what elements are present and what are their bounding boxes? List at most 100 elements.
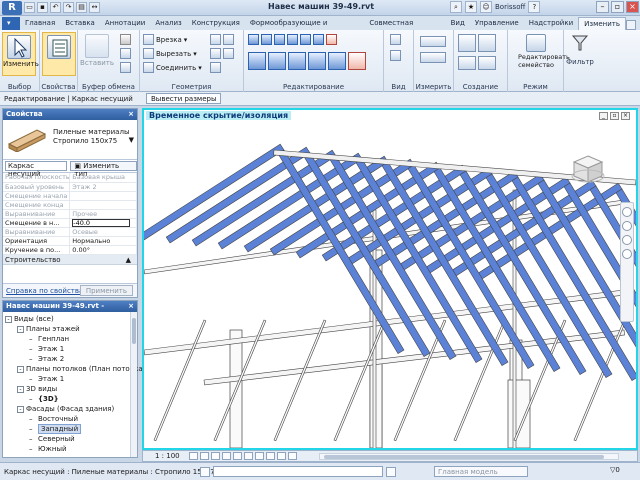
workset-field[interactable] — [213, 466, 383, 477]
tree-node[interactable]: – Этаж 1 — [5, 374, 137, 384]
edit-type-button[interactable]: ▣ Изменить тип — [70, 161, 137, 178]
table-row[interactable]: Смещение начала — [3, 191, 137, 201]
unjoin-button[interactable] — [210, 62, 221, 73]
user-name[interactable]: Borissoff — [495, 3, 525, 11]
match-type-button[interactable] — [120, 62, 131, 73]
tab-massing-site[interactable]: Формообразующие и генплан — [245, 17, 365, 40]
save-icon[interactable]: ▪ — [37, 2, 48, 13]
table-row[interactable]: Базовый уровень Этаж 2 — [3, 182, 137, 192]
tab-modify[interactable]: Изменить — [578, 17, 626, 30]
ribbon-minimize-icon[interactable] — [626, 20, 636, 30]
crop-view-icon[interactable] — [244, 452, 253, 460]
start-offset-input[interactable] — [72, 218, 131, 226]
table-row[interactable]: Смещение в н... — [3, 218, 137, 228]
create-assembly-icon[interactable] — [458, 34, 476, 52]
tab-annotate[interactable]: Аннотации — [100, 17, 150, 30]
3d-view-canvas[interactable]: Временное скрытие/изоляция _ ▫ × — [142, 108, 638, 450]
filter-button[interactable] — [564, 32, 596, 76]
scroll-thumb[interactable] — [324, 455, 604, 459]
trim-icon[interactable] — [308, 52, 326, 70]
view-scale[interactable]: 1 : 100 — [155, 452, 180, 460]
cut-clip-button[interactable] — [120, 34, 131, 45]
tab-insert[interactable]: Вставка — [60, 17, 100, 30]
tree-node[interactable]: – Западный — [5, 424, 137, 434]
table-row[interactable]: Рабочая плоскость Базовая крыша — [3, 173, 137, 183]
category-select[interactable]: Каркас несущий — [5, 161, 68, 178]
copy-element-icon[interactable] — [268, 52, 286, 70]
properties-button[interactable] — [42, 32, 76, 76]
measure-button[interactable] — [420, 36, 446, 47]
temporary-hide-icon[interactable] — [277, 452, 286, 460]
viewcube-icon[interactable] — [570, 152, 606, 188]
tab-view[interactable]: Вид — [446, 17, 470, 30]
table-row[interactable]: Смещение конца — [3, 200, 137, 210]
copy-clip-button[interactable] — [120, 48, 131, 59]
lock-view-icon[interactable] — [266, 452, 275, 460]
tree-toggle-icon[interactable]: - — [17, 405, 24, 413]
search-icon[interactable]: ⌕ — [450, 1, 462, 13]
array-icon[interactable] — [328, 52, 346, 70]
table-row[interactable]: Выравнивание Осевые — [3, 227, 137, 237]
open-icon[interactable]: ▭ — [24, 2, 35, 13]
mirror-draw-icon[interactable] — [287, 34, 298, 45]
properties-help-link[interactable]: Справка по свойствам — [6, 287, 89, 295]
application-menu-tab[interactable]: ▾ — [2, 17, 20, 30]
tree-toggle-icon[interactable]: - — [17, 385, 24, 393]
tree-node[interactable]: - Планы этажей — [5, 324, 137, 334]
visual-style-icon[interactable] — [200, 452, 209, 460]
type-selector[interactable]: Пиленые материалы Стропило 150х75 ▼ — [3, 120, 137, 160]
subscription-icon[interactable]: ★ — [465, 1, 477, 13]
override-graphics-button[interactable] — [390, 50, 401, 61]
join-button[interactable]: Соединить ▾ — [143, 62, 202, 73]
tree-node[interactable]: – Восточный — [5, 414, 137, 424]
steering-wheel-icon[interactable] — [622, 207, 632, 217]
hide-button[interactable] — [390, 34, 401, 45]
mirror-axis-icon[interactable] — [274, 34, 285, 45]
align-icon[interactable] — [248, 34, 259, 45]
tab-collaborate[interactable]: Совместная работа — [364, 17, 445, 40]
split-face-button[interactable] — [210, 34, 234, 45]
tree-node[interactable]: – Южный — [5, 444, 137, 454]
tree-node[interactable]: – Этаж 2 — [5, 354, 137, 364]
offset-icon[interactable] — [261, 34, 272, 45]
orbit-icon[interactable] — [622, 249, 632, 259]
close-icon[interactable]: × — [128, 301, 134, 312]
delete-icon[interactable] — [348, 52, 366, 70]
pan-icon[interactable] — [622, 235, 632, 245]
structure-model[interactable] — [144, 110, 636, 448]
tree-node[interactable]: – Северный — [5, 434, 137, 444]
tree-node[interactable]: - Фасады (Фасад здания) — [5, 404, 137, 414]
join-roof-button[interactable] — [210, 48, 234, 59]
dimension-button[interactable] — [420, 52, 446, 63]
design-option-select[interactable]: Главная модель — [434, 466, 528, 477]
split-icon[interactable] — [300, 34, 311, 45]
tree-toggle-icon[interactable]: - — [17, 365, 24, 373]
tree-node[interactable]: -3D виды — [5, 384, 137, 394]
rendering-icon[interactable] — [233, 452, 242, 460]
tree-node[interactable]: – Этаж 1 — [5, 344, 137, 354]
cut-geometry-button[interactable]: Вырезать ▾ — [143, 48, 197, 59]
view-horizontal-scrollbar[interactable] — [319, 453, 619, 460]
table-row[interactable]: Кручение в по... 0.00° — [3, 245, 137, 255]
tab-structure[interactable]: Конструкция — [187, 17, 245, 30]
tree-toggle-icon[interactable]: - — [17, 325, 24, 333]
sun-path-icon[interactable] — [211, 452, 220, 460]
table-row[interactable]: Выравнивание Прочее — [3, 209, 137, 219]
table-row[interactable]: Ориентация Нормально — [3, 236, 137, 246]
cope-button[interactable]: Врезка ▾ — [143, 34, 187, 45]
create-group-icon[interactable] — [458, 56, 476, 70]
tab-home[interactable]: Главная — [20, 17, 60, 30]
show-dimensions-button[interactable]: Вывести размеры — [146, 93, 222, 104]
tree-node[interactable]: - Виды (все) — [5, 314, 137, 324]
tree-node[interactable]: – Генплан — [5, 334, 137, 344]
reveal-hidden-icon[interactable] — [288, 452, 297, 460]
tree-node[interactable]: – {3D} — [5, 394, 137, 404]
close-icon[interactable]: × — [128, 109, 134, 120]
detail-level-icon[interactable] — [189, 452, 198, 460]
construction-section[interactable]: Строительство ▲ — [3, 254, 137, 265]
rotate-icon[interactable] — [288, 52, 306, 70]
worksets-icon[interactable] — [200, 466, 210, 477]
browser-scrollbar[interactable] — [130, 312, 137, 457]
editable-only-icon[interactable] — [386, 466, 396, 477]
paste-button[interactable]: Вставить — [80, 32, 114, 76]
